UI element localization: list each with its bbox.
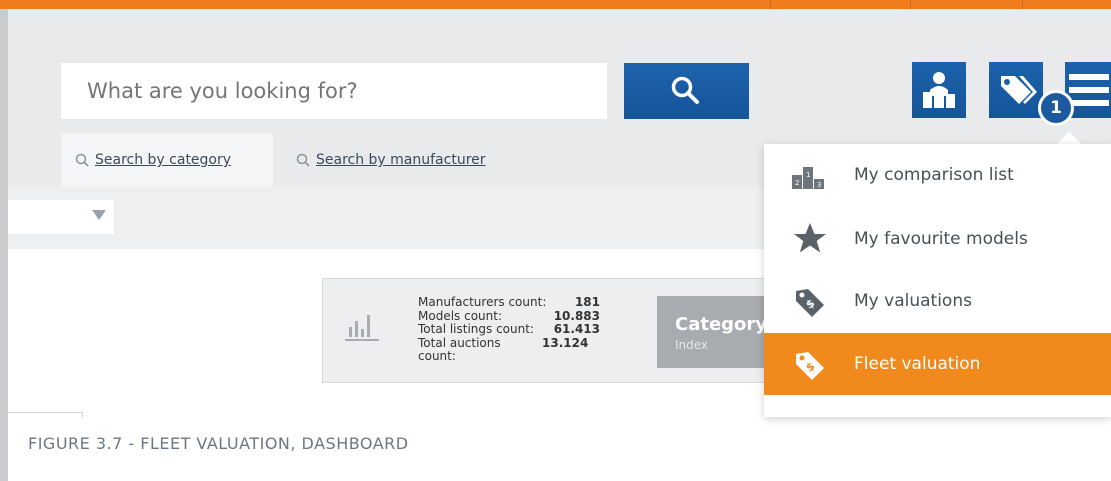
category-title: Category	[675, 314, 768, 335]
stat-auctions: Total auctions count: 13.124	[418, 335, 589, 363]
step-badge: 1	[1038, 90, 1074, 126]
menu-item-label: My comparison list	[854, 165, 1014, 185]
svg-text:2: 2	[795, 179, 799, 187]
figure-caption: FIGURE 3.7 - FLEET VALUATION, DASHBOARD	[28, 434, 409, 453]
search-icon	[671, 76, 699, 104]
stats-card: Manufacturers count: 181 Models count: 1…	[322, 278, 768, 383]
search-icon	[75, 153, 89, 167]
podium-icon: 2 1 3	[792, 167, 824, 189]
search-icon	[296, 153, 310, 167]
price-tag-icon: $	[796, 289, 824, 317]
menu-item-my-valuations[interactable]: $ My valuations	[764, 270, 1111, 332]
left-border	[0, 9, 8, 481]
search-button[interactable]	[624, 63, 749, 119]
menu-item-label: Fleet valuation	[854, 354, 981, 374]
stat-listings: Total listings count: 61.413	[418, 322, 600, 336]
stats-list: Manufacturers count: 181 Models count: 1…	[418, 295, 600, 364]
user-dropdown-menu: 2 1 3 My comparison list My favourite mo…	[764, 144, 1111, 417]
menu-item-favourite-models[interactable]: My favourite models	[764, 208, 1111, 270]
tab-search-by-category[interactable]: Search by category	[61, 133, 273, 187]
tab-label: Search by category	[95, 152, 232, 168]
valuations-button[interactable]	[989, 62, 1043, 118]
menu-item-label: My valuations	[854, 291, 972, 311]
my-account-button[interactable]	[912, 62, 966, 118]
category-index-button[interactable]: Category Index	[657, 296, 767, 368]
dropdown-pointer	[1056, 131, 1082, 145]
menu-item-comparison-list[interactable]: 2 1 3 My comparison list	[764, 144, 1111, 206]
filter-select[interactable]	[8, 200, 114, 234]
svg-text:3: 3	[817, 181, 821, 189]
user-podium-icon	[923, 72, 955, 108]
chevron-down-icon	[92, 210, 106, 220]
tab-label: Search by manufacturer	[316, 152, 486, 168]
menu-item-fleet-valuation[interactable]: $ Fleet valuation	[764, 333, 1111, 395]
star-icon	[794, 223, 826, 253]
menu-item-label: My favourite models	[854, 229, 1028, 249]
category-subtitle: Index	[675, 338, 709, 352]
svg-text:1: 1	[806, 171, 810, 179]
menu-item-partial	[764, 404, 1111, 417]
price-tags-icon	[1001, 76, 1037, 104]
tab-search-by-manufacturer[interactable]: Search by manufacturer	[296, 133, 486, 187]
price-tag-icon: $	[796, 352, 824, 380]
stat-models: Models count: 10.883	[418, 308, 600, 323]
bar-chart-icon	[345, 315, 379, 341]
top-accent-bar	[0, 0, 1111, 9]
search-input[interactable]	[61, 63, 607, 119]
stat-manufacturers: Manufacturers count: 181	[418, 295, 600, 309]
